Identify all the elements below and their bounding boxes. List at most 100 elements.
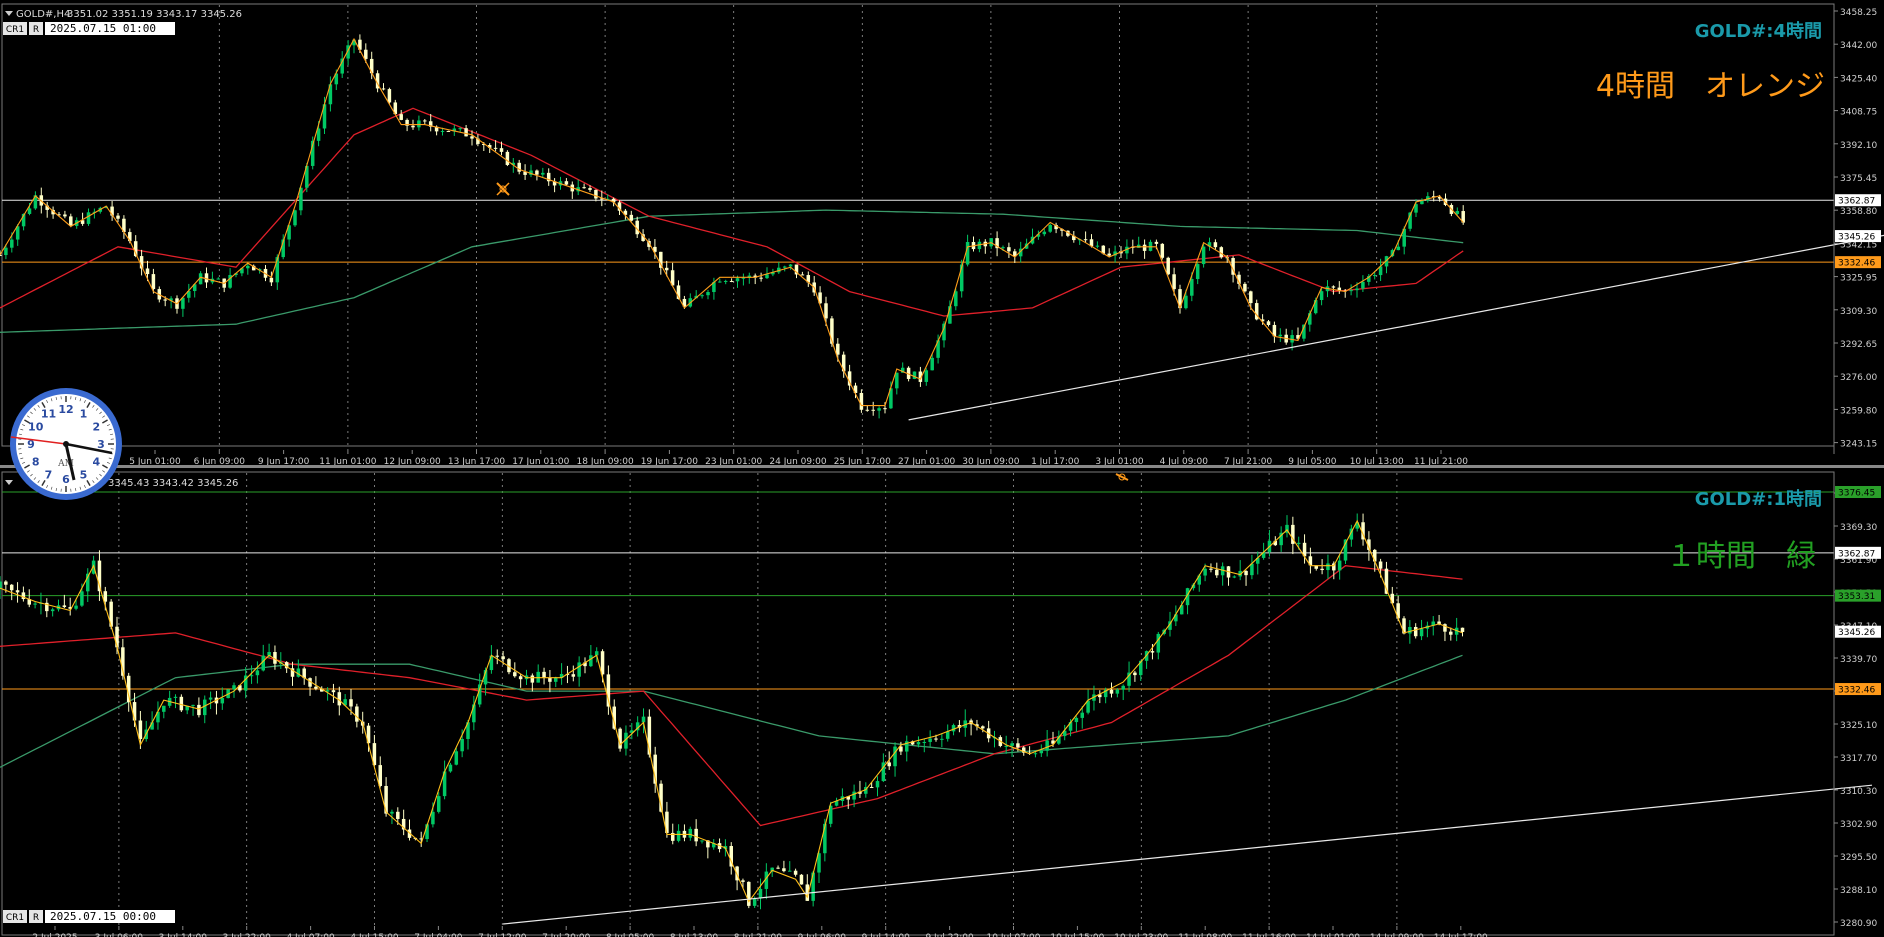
time-label: 9 Jul 06:00: [798, 933, 847, 937]
bull-candle: [718, 281, 722, 283]
level-tag-label: 3345.26: [1838, 628, 1875, 638]
clock-number: 5: [80, 468, 88, 481]
bear-candle: [1166, 257, 1170, 275]
bull-candle: [1203, 568, 1207, 576]
bull-candle: [417, 120, 421, 128]
time-label: 14 Jul 17:00: [1434, 933, 1488, 937]
price-label: 3292.65: [1840, 340, 1877, 350]
panel-separator[interactable]: [0, 465, 1884, 468]
bull-candle: [1337, 560, 1342, 571]
price-label: 3369.30: [1840, 523, 1877, 533]
bear-candle: [116, 215, 120, 219]
time-label: 7 Jul 20:00: [542, 933, 591, 937]
time-label: 8 Jul 05:00: [606, 933, 655, 937]
bull-candle: [232, 685, 236, 690]
price-label: 3276.00: [1840, 373, 1877, 383]
bull-candle: [1372, 275, 1377, 277]
bull-candle: [246, 265, 250, 269]
bull-candle: [916, 742, 921, 745]
level-tag-label: 3353.31: [1838, 592, 1875, 602]
bull-candle: [945, 731, 950, 739]
bull-candle: [1080, 712, 1084, 718]
bear-candle: [859, 392, 864, 410]
bull-candle: [50, 609, 55, 612]
bull-candle: [33, 603, 37, 605]
bear-candle: [399, 114, 403, 120]
bear-candle: [1109, 689, 1114, 694]
bear-candle: [63, 214, 67, 217]
time-label: 7 Jul 12:00: [478, 933, 527, 937]
bull-candle: [1232, 576, 1237, 578]
bear-candle: [1460, 627, 1465, 632]
bull-candle: [852, 791, 856, 800]
bull-candle: [191, 704, 195, 706]
bear-candle: [1016, 743, 1020, 748]
bear-candle: [411, 125, 415, 128]
bull-candle: [1201, 246, 1206, 265]
clock-number: 6: [62, 473, 70, 486]
bear-candle: [423, 120, 427, 122]
bull-candle: [1250, 563, 1254, 576]
bear-candle: [1449, 631, 1453, 635]
clock-number: 4: [92, 456, 100, 469]
bear-candle: [331, 690, 336, 693]
bear-candle: [138, 720, 143, 740]
bull-candle: [255, 670, 260, 676]
bull-candle: [203, 699, 207, 716]
clock-widget[interactable]: 12 1234567891011 AM: [10, 388, 122, 500]
price-label: 3392.10: [1840, 141, 1877, 151]
bear-candle: [594, 189, 598, 199]
bull-candle: [541, 172, 545, 175]
bull-candle: [577, 662, 581, 677]
bear-candle: [1331, 286, 1336, 288]
bear-candle: [9, 584, 14, 591]
bull-candle: [723, 280, 728, 282]
level-tag-label: 3332.46: [1838, 686, 1875, 696]
clock-number: 2: [92, 421, 100, 434]
bear-candle: [548, 677, 552, 682]
bull-candle: [688, 828, 693, 838]
bull-candle: [788, 870, 792, 872]
bull-candle: [554, 677, 558, 682]
bull-candle: [86, 212, 91, 224]
top-corner-title: GOLD#:4時間: [1695, 21, 1822, 42]
bear-candle: [513, 672, 517, 677]
bull-candle: [4, 247, 8, 256]
bull-candle: [930, 357, 934, 371]
bull-candle: [1355, 288, 1359, 291]
bull-candle: [912, 371, 917, 379]
bear-candle: [132, 702, 137, 721]
bear-candle: [793, 870, 798, 875]
bull-candle: [74, 605, 78, 609]
bear-candle: [69, 216, 73, 226]
time-label: 2 Jul 2025: [32, 933, 77, 937]
bear-candle: [387, 89, 392, 103]
clock-center: [63, 441, 69, 447]
bear-candle: [1215, 569, 1219, 576]
bull-candle: [293, 210, 297, 226]
bear-candle: [664, 267, 669, 271]
price-label: 3295.50: [1840, 853, 1877, 863]
bear-candle: [62, 605, 67, 608]
bear-candle: [1007, 247, 1011, 252]
bottom-cr1-label: CR1: [6, 913, 24, 923]
bull-candle: [1396, 246, 1401, 251]
bear-candle: [1378, 561, 1383, 569]
bull-candle: [437, 796, 441, 812]
clock-number: 7: [45, 468, 53, 481]
bull-candle: [173, 696, 178, 698]
bull-candle: [460, 738, 464, 752]
bear-candle: [349, 699, 353, 707]
price-label: 3339.70: [1840, 655, 1877, 665]
bull-candle: [788, 264, 793, 267]
bear-candle: [151, 274, 156, 290]
time-label: 10 Jul 15:00: [1050, 933, 1104, 937]
bull-candle: [940, 738, 944, 740]
bull-candle: [706, 292, 710, 296]
bear-candle: [1213, 242, 1218, 248]
bear-candle: [470, 136, 474, 139]
bear-candle: [15, 590, 20, 593]
chart-canvas[interactable]: 3458.25 3442.00 3425.40 3408.75 3392.10 3375.…: [0, 0, 1884, 937]
bull-candle: [1004, 745, 1008, 747]
bull-candle: [1326, 563, 1330, 571]
